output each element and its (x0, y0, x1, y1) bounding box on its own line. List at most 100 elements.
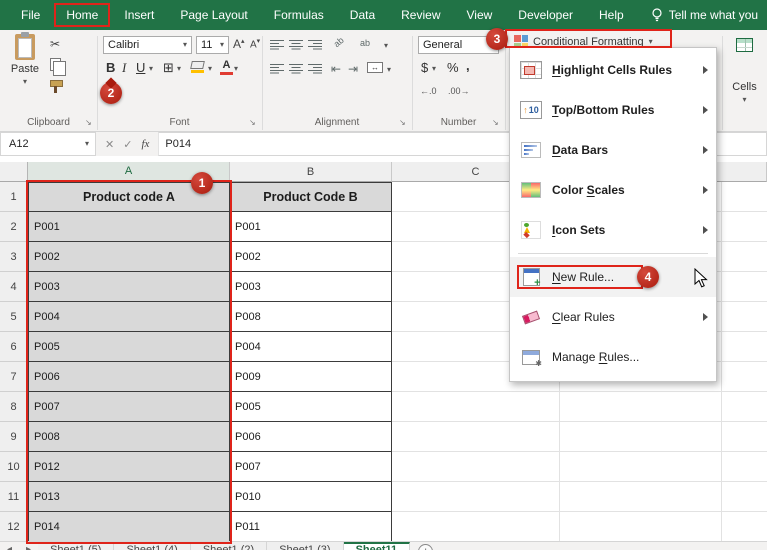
cell-a4[interactable]: P003 (28, 272, 230, 302)
row-header-1[interactable]: 1 (0, 182, 28, 212)
clipboard-dialog-launcher-icon[interactable]: ↘ (85, 118, 92, 127)
cell-b9[interactable]: P006 (230, 422, 392, 452)
cell-b7[interactable]: P009 (230, 362, 392, 392)
decrease-indent-button[interactable]: ⇤ (331, 63, 341, 75)
sheet-tab[interactable]: Sheet1 (4) (114, 542, 190, 550)
borders-button[interactable]: ⊞ (163, 61, 174, 74)
cell-b10[interactable]: P007 (230, 452, 392, 482)
cell-b1[interactable]: Product Code B (230, 182, 392, 212)
cell-a5[interactable]: P004 (28, 302, 230, 332)
row-header-12[interactable]: 12 (0, 512, 28, 542)
cell-a6[interactable]: P005 (28, 332, 230, 362)
sheet-tab[interactable]: Sheet1 (5) (38, 542, 114, 550)
row-header-5[interactable]: 5 (0, 302, 28, 332)
underline-options-chevron-icon[interactable]: ▾ (149, 65, 153, 73)
bottom-align-button[interactable] (308, 39, 322, 50)
font-dialog-launcher-icon[interactable]: ↘ (249, 118, 256, 127)
ribbon-tab-formulas[interactable]: Formulas (261, 0, 337, 30)
cell-b4[interactable]: P003 (230, 272, 392, 302)
accounting-chevron-icon[interactable]: ▾ (432, 65, 436, 73)
underline-button[interactable]: U (136, 61, 145, 74)
font-name-combobox[interactable]: Calibri ▾ (103, 36, 192, 54)
ribbon-tab-review[interactable]: Review (388, 0, 453, 30)
cell-b8[interactable]: P005 (230, 392, 392, 422)
orientation-button[interactable]: ab (332, 36, 345, 49)
ribbon-tab-insert[interactable]: Insert (111, 0, 167, 30)
align-right-button[interactable] (308, 63, 322, 74)
number-dialog-launcher-icon[interactable]: ↘ (492, 118, 499, 127)
add-sheet-button[interactable]: + (418, 544, 433, 550)
row-header-10[interactable]: 10 (0, 452, 28, 482)
row-header-3[interactable]: 3 (0, 242, 28, 272)
cell-a10[interactable]: P012 (28, 452, 230, 482)
paste-button[interactable]: Paste ▾ (6, 34, 44, 86)
cancel-icon[interactable]: ✕ (105, 138, 114, 151)
cell-b6[interactable]: P004 (230, 332, 392, 362)
tell-me-search[interactable]: Tell me what you (651, 8, 758, 23)
menu-item-new-rule[interactable]: New Rule... (510, 257, 716, 297)
sheet-nav-left-icon[interactable]: ◂ (0, 542, 19, 550)
menu-item-data-bars[interactable]: Data Bars (510, 130, 716, 170)
align-left-button[interactable] (270, 63, 284, 74)
cell-a11[interactable]: P013 (28, 482, 230, 512)
menu-item-highlight-cells-rules[interactable]: Highlight Cells Rules (510, 50, 716, 90)
fill-color-chevron-icon[interactable]: ▾ (208, 65, 212, 73)
menu-item-icon-sets[interactable]: Icon Sets (510, 210, 716, 250)
cell-a12[interactable]: P014 (28, 512, 230, 542)
insert-function-icon[interactable]: fx (141, 138, 149, 150)
ribbon-tab-home[interactable]: Home (53, 0, 111, 30)
font-color-chevron-icon[interactable]: ▾ (234, 65, 238, 73)
ribbon-tab-developer[interactable]: Developer (505, 0, 586, 30)
enter-icon[interactable]: ✓ (123, 138, 132, 151)
menu-item-color-scales[interactable]: Color Scales (510, 170, 716, 210)
cell-b12[interactable]: P011 (230, 512, 392, 542)
row-header-11[interactable]: 11 (0, 482, 28, 512)
menu-item-manage-rules[interactable]: Manage Rules... (510, 337, 716, 377)
wrap-text-button[interactable]: ab (360, 39, 370, 48)
percent-style-button[interactable]: % (447, 61, 459, 74)
row-header-9[interactable]: 9 (0, 422, 28, 452)
cell-a2[interactable]: P001 (28, 212, 230, 242)
ribbon-tab-view[interactable]: View (454, 0, 506, 30)
select-all-corner[interactable] (0, 162, 28, 182)
format-painter-button[interactable] (50, 80, 62, 96)
ribbon-tab-page-layout[interactable]: Page Layout (167, 0, 260, 30)
sheet-tab[interactable]: Sheet1 (3) (267, 542, 343, 550)
borders-chevron-icon[interactable]: ▾ (177, 65, 181, 73)
top-align-button[interactable] (270, 39, 284, 50)
row-header-7[interactable]: 7 (0, 362, 28, 392)
align-center-button[interactable] (289, 63, 303, 74)
sheet-nav-right-icon[interactable]: ▸ (19, 542, 38, 550)
cell-a8[interactable]: P007 (28, 392, 230, 422)
name-box[interactable]: A12 ▾ (0, 132, 96, 156)
cells-group-button[interactable]: Cells ▾ (722, 38, 767, 104)
copy-button[interactable] (50, 58, 61, 73)
menu-item-top-bottom-rules[interactable]: ↑10 Top/Bottom Rules (510, 90, 716, 130)
menu-item-clear-rules[interactable]: Clear Rules (510, 297, 716, 337)
cell-b5[interactable]: P008 (230, 302, 392, 332)
cell-b3[interactable]: P002 (230, 242, 392, 272)
italic-button[interactable]: I (122, 61, 126, 74)
comma-style-button[interactable]: , (466, 59, 470, 72)
shrink-font-button[interactable]: A▾ (250, 38, 260, 50)
cell-b2[interactable]: P001 (230, 212, 392, 242)
cell-a9[interactable]: P008 (28, 422, 230, 452)
merge-chevron-icon[interactable]: ▾ (387, 66, 391, 74)
cut-button[interactable]: ✂ (50, 38, 60, 50)
middle-align-button[interactable] (289, 39, 303, 50)
cell-b11[interactable]: P010 (230, 482, 392, 512)
row-header-6[interactable]: 6 (0, 332, 28, 362)
sheet-tab[interactable]: Sheet1 (2) (191, 542, 267, 550)
accounting-format-button[interactable]: $ (421, 61, 428, 74)
increase-decimal-button[interactable]: ←.0 (420, 87, 437, 96)
name-box-chevron-icon[interactable]: ▾ (85, 140, 89, 148)
font-size-combobox[interactable]: 11 ▾ (196, 36, 229, 54)
cell-a3[interactable]: P002 (28, 242, 230, 272)
row-header-4[interactable]: 4 (0, 272, 28, 302)
orientation-chevron-icon[interactable]: ▾ (384, 42, 388, 50)
grow-font-button[interactable]: A▴ (233, 38, 245, 50)
sheet-tab-active[interactable]: Sheet11 (344, 542, 411, 550)
increase-indent-button[interactable]: ⇥ (348, 63, 358, 75)
bold-button[interactable]: B (106, 61, 115, 74)
decrease-decimal-button[interactable]: .00→ (448, 87, 470, 96)
